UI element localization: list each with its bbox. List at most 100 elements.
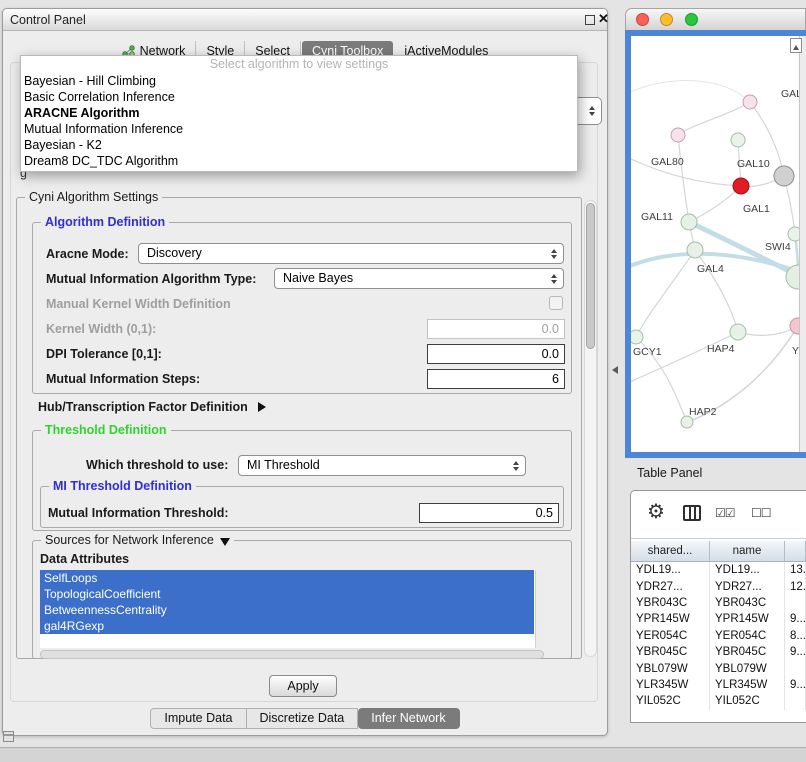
network-view-frame: GALGAL80GAL10GAL11GAL1SWI4GAL4GCY1HAP4YH…: [625, 30, 806, 458]
network-node[interactable]: [774, 166, 794, 186]
algorithm-option[interactable]: Basic Correlation Inference: [21, 89, 577, 105]
network-graph[interactable]: GALGAL80GAL10GAL11GAL1SWI4GAL4GCY1HAP4YH…: [631, 36, 806, 452]
table-row[interactable]: YDL19...YDL19...13...: [631, 562, 806, 578]
mi-threshold-field[interactable]: 0.5: [419, 503, 559, 523]
tab-discretize-data[interactable]: Discretize Data: [247, 708, 359, 729]
network-node[interactable]: [733, 178, 749, 194]
combo-arrows-icon: [551, 244, 557, 263]
select-all-icon[interactable]: ☑☑: [715, 506, 735, 520]
status-strip: [0, 747, 806, 762]
table-row[interactable]: YDR27...YDR27...12...: [631, 578, 806, 594]
collapse-arrow-icon[interactable]: [220, 538, 230, 546]
mi-threshold-legend: MI Threshold Definition: [49, 479, 196, 493]
network-node-label: GAL1: [743, 203, 770, 215]
deselect-all-icon[interactable]: ☐☐: [751, 506, 771, 520]
close-panel-icon[interactable]: ✕: [598, 11, 609, 27]
table-row[interactable]: YBR045CYBR045C9...: [631, 644, 806, 660]
table-row[interactable]: YLR345WYLR345W9...: [631, 677, 806, 693]
network-window-titlebar: [625, 8, 806, 30]
network-canvas[interactable]: GALGAL80GAL10GAL11GAL1SWI4GAL4GCY1HAP4YH…: [631, 36, 806, 452]
data-attributes-list: SelfLoops TopologicalCoefficient Between…: [40, 570, 544, 648]
expand-arrow-icon[interactable]: [258, 402, 266, 412]
network-edge[interactable]: [631, 156, 741, 186]
list-vertical-scrollbar[interactable]: [535, 570, 544, 648]
manual-kernel-width-checkbox[interactable]: [549, 296, 563, 310]
close-traffic-light[interactable]: [636, 13, 649, 26]
data-attributes-label: Data Attributes: [40, 552, 129, 566]
table-row[interactable]: YIL052CYIL052C: [631, 693, 806, 709]
tab-impute-data[interactable]: Impute Data: [150, 708, 246, 729]
network-node-label: GAL4: [697, 263, 724, 275]
sources-legend[interactable]: Sources for Network Inference: [41, 533, 234, 547]
column-header-extra[interactable]: [785, 541, 806, 561]
float-window-icon[interactable]: [585, 15, 595, 25]
combo-arrows-icon: [589, 98, 595, 124]
column-header-shared[interactable]: shared...: [631, 541, 710, 561]
network-edge[interactable]: [738, 326, 798, 335]
network-edge[interactable]: [636, 250, 695, 337]
mi-steps-field[interactable]: 6: [427, 369, 565, 389]
algorithm-definition-legend: Algorithm Definition: [41, 215, 169, 229]
column-selector-icon[interactable]: [683, 505, 701, 521]
panel-splitter-arrow[interactable]: [612, 366, 618, 374]
attribute-item-selected[interactable]: SelfLoops: [40, 570, 534, 586]
table-header: shared... name: [631, 541, 806, 562]
tab-infer-network[interactable]: Infer Network: [358, 708, 459, 729]
dpi-tolerance-field[interactable]: 0.0: [427, 344, 565, 364]
attribute-item-selected[interactable]: gal4RGexp: [40, 618, 534, 634]
app-window: Control Panel ✕ Network Style Select Cyn…: [0, 0, 806, 762]
network-edge[interactable]: [631, 81, 750, 102]
table-row[interactable]: YER054CYER054C8...: [631, 628, 806, 644]
canvas-vertical-scrollbar[interactable]: [799, 36, 806, 452]
attribute-item-selected[interactable]: BetweennessCentrality: [40, 602, 534, 618]
minimize-traffic-light[interactable]: [660, 13, 673, 26]
aracne-mode-combobox[interactable]: Discovery: [138, 243, 564, 264]
network-node[interactable]: [681, 214, 697, 230]
column-header-name[interactable]: name: [710, 541, 785, 561]
cyni-bottom-tabbar: Impute Data Discretize Data Infer Networ…: [3, 708, 607, 729]
settings-gear-icon[interactable]: ⚙: [647, 499, 665, 524]
combo-arrows-icon: [551, 269, 557, 288]
algorithm-option[interactable]: Dream8 DC_TDC Algorithm: [21, 153, 577, 169]
table-panel: ⚙ ☑☑ ☐☐ shared... name YDL19...YDL19...1…: [630, 490, 806, 723]
algorithm-option-selected[interactable]: ARACNE Algorithm: [21, 105, 577, 121]
mi-threshold-label: Mutual Information Threshold:: [48, 506, 229, 520]
network-node-label: HAP2: [689, 406, 717, 418]
mi-algorithm-type-combobox[interactable]: Naive Bayes: [274, 268, 564, 289]
overview-widget[interactable]: [790, 38, 802, 53]
table-row[interactable]: YPR145WYPR145W9...: [631, 611, 806, 627]
network-node[interactable]: [671, 128, 685, 142]
network-node[interactable]: [687, 242, 703, 258]
settings-group-legend: Cyni Algorithm Settings: [25, 190, 162, 204]
apply-button[interactable]: Apply: [269, 675, 337, 697]
aracne-mode-label: Aracne Mode:: [46, 247, 129, 261]
network-node-label: GAL80: [651, 156, 684, 168]
table-row[interactable]: YBR043CYBR043C: [631, 595, 806, 611]
scrollbar-thumb[interactable]: [586, 203, 595, 349]
settings-scrollbar[interactable]: [584, 200, 597, 657]
network-node[interactable]: [743, 95, 757, 109]
dpi-tolerance-label: DPI Tolerance [0,1]:: [46, 347, 162, 361]
zoom-traffic-light[interactable]: [685, 13, 698, 26]
network-node[interactable]: [731, 133, 745, 147]
table-body: YDL19...YDL19...13... YDR27...YDR27...12…: [631, 562, 806, 710]
algorithm-dropdown-popup: Select algorithm to view settings Bayesi…: [20, 55, 578, 172]
network-node[interactable]: [631, 330, 643, 344]
network-node[interactable]: [730, 324, 746, 340]
control-panel-title: Control Panel: [10, 13, 86, 27]
hub-definition-toggle[interactable]: Hub/Transcription Factor Definition: [38, 400, 266, 414]
algorithm-option[interactable]: Bayesian - Hill Climbing: [21, 73, 577, 89]
threshold-definition-legend: Threshold Definition: [41, 423, 171, 437]
manual-kernel-width-label: Manual Kernel Width Definition: [46, 297, 231, 311]
network-edge[interactable]: [689, 186, 741, 222]
table-row[interactable]: YBL079WYBL079W: [631, 660, 806, 676]
network-edge[interactable]: [678, 102, 750, 135]
algorithm-option[interactable]: Bayesian - K2: [21, 137, 577, 153]
network-edge[interactable]: [631, 332, 738, 384]
list-horizontal-scrollbar[interactable]: [40, 650, 544, 659]
which-threshold-combobox[interactable]: MI Threshold: [238, 455, 526, 476]
algorithm-option[interactable]: Mutual Information Inference: [21, 121, 577, 137]
minimized-panel-icon[interactable]: [3, 731, 14, 742]
attribute-item-selected[interactable]: TopologicalCoefficient: [40, 586, 534, 602]
kernel-width-field[interactable]: 0.0: [427, 319, 565, 339]
